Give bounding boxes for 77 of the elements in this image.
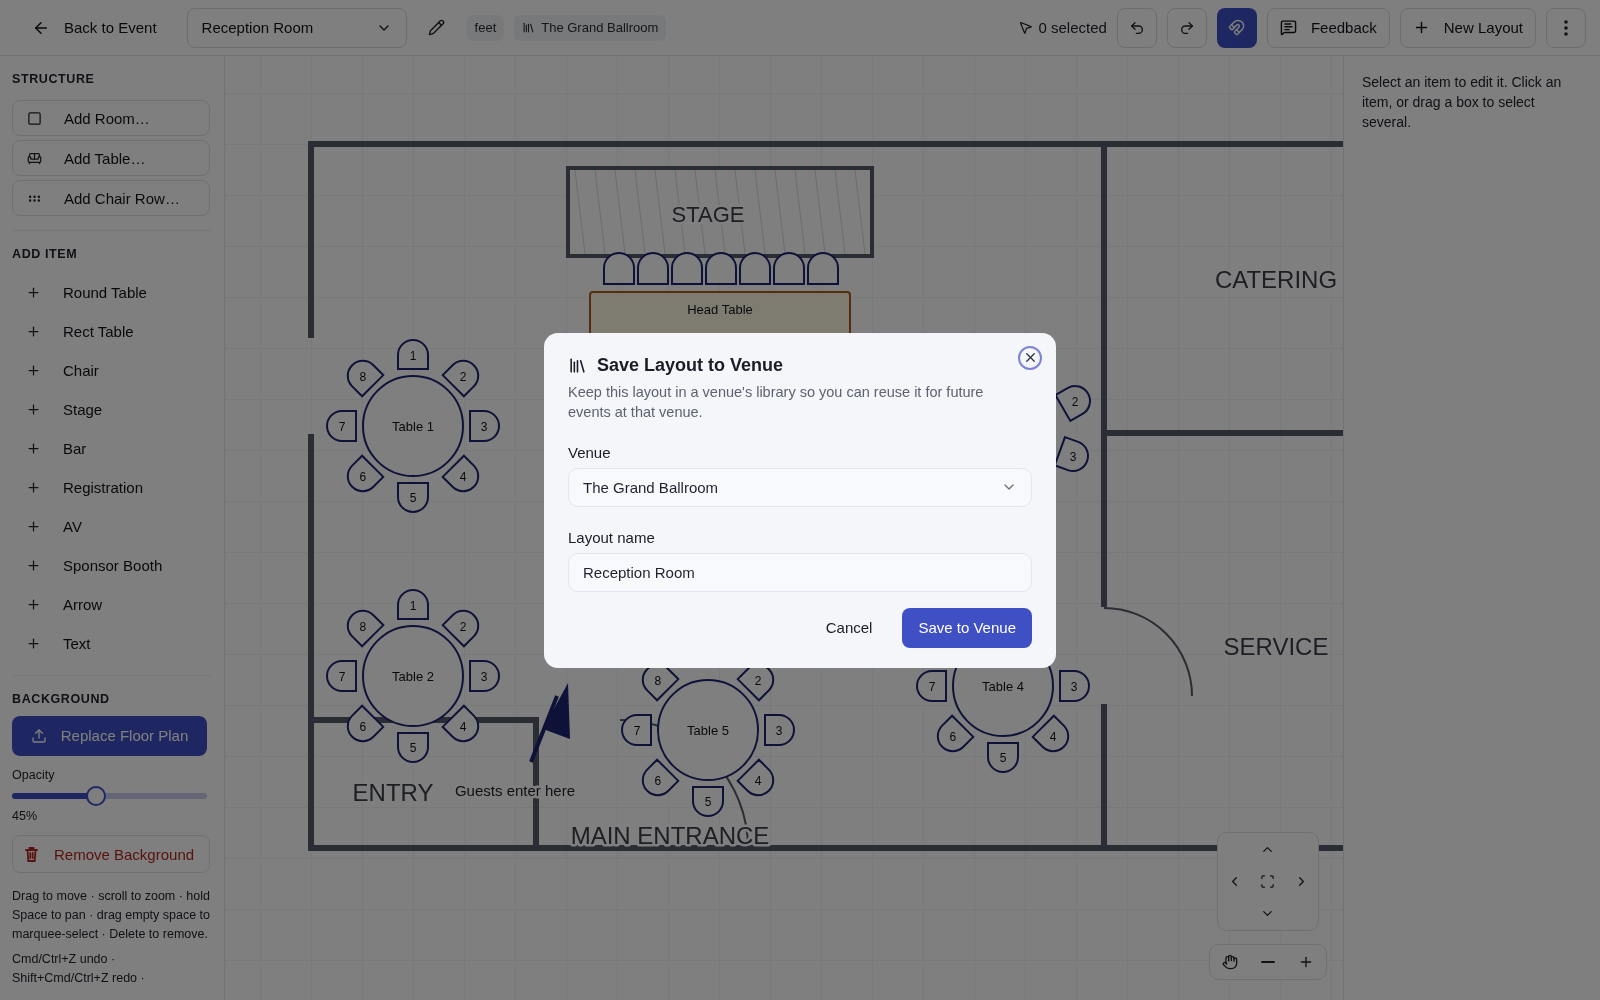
table-label: Table 1	[392, 419, 434, 434]
seat-number: 6	[359, 470, 367, 485]
seat-number: 4	[459, 470, 467, 485]
add-item-button[interactable]: Bar	[12, 430, 210, 466]
seat-number: 5	[999, 751, 1007, 765]
unit-chip: feet	[466, 14, 505, 41]
room-label: ENTRY	[352, 779, 434, 806]
seat-number: 6	[654, 774, 662, 789]
dialog-description: Keep this layout in a venue's library so you can reuse it for future events at that venue.	[568, 382, 985, 422]
add-item-button[interactable]: Sponsor Booth	[12, 547, 210, 583]
help-text: Drag to move · scroll to zoom · hold Space to pan · drag empty space to marquee-select · Delete to remove.	[12, 888, 212, 943]
add-item-button[interactable]: Chair	[12, 352, 210, 388]
structure-button[interactable]: Add Table…	[12, 140, 210, 176]
table-label: Table 4	[982, 679, 1024, 694]
seat-number: 2	[1071, 395, 1079, 409]
seat-number: 6	[359, 720, 367, 735]
section-title: BACKGROUND	[12, 692, 110, 706]
seat-number: 1	[409, 349, 417, 363]
structure-button[interactable]: Add Chair Row…	[12, 180, 210, 216]
feedback-button[interactable]: Feedback	[1266, 7, 1390, 48]
field-label: Venue	[568, 443, 611, 461]
seat-number: 4	[459, 720, 467, 735]
seat-number: 4	[1049, 730, 1057, 745]
table-label: Table 5	[687, 723, 729, 738]
opacity-reading: 45%	[12, 809, 38, 824]
table-label: Table 2	[392, 669, 434, 684]
seat-number: 7	[338, 670, 346, 684]
seat-number: 7	[633, 724, 641, 738]
seat-number: 2	[459, 619, 467, 634]
seat-number: 2	[459, 369, 467, 384]
seat-number: 8	[654, 673, 662, 688]
remove-background-button[interactable]: Remove Background	[12, 835, 210, 873]
dialog-title: Save Layout to Venue	[597, 354, 784, 376]
seat-number: 3	[480, 420, 488, 434]
table-label: Head Table	[687, 302, 753, 317]
save-button[interactable]: Save to Venue	[902, 607, 1032, 648]
seat-number: 5	[409, 491, 417, 505]
seat-number: 6	[949, 730, 957, 745]
stage-label: STAGE	[671, 202, 745, 227]
seat-number: 7	[338, 420, 346, 434]
room-label: SERVICE	[1223, 633, 1329, 660]
seat-number: 3	[1070, 680, 1078, 694]
inspector-hint: Select an item to edit it. Click an item, or drag a box to select several.	[1362, 73, 1563, 132]
seat-number: 5	[704, 795, 712, 809]
add-item-button[interactable]: Round Table	[12, 274, 210, 310]
structure-button[interactable]: Add Room…	[12, 100, 210, 136]
seat-number: 7	[928, 680, 936, 694]
add-item-button[interactable]: Stage	[12, 391, 210, 427]
seat-number: 3	[480, 670, 488, 684]
new-layout-button[interactable]: New Layout	[1399, 7, 1536, 48]
help-text: Cmd/Ctrl+Z undo · Shift+Cmd/Ctrl+Z redo ·	[12, 951, 146, 987]
seat-number: 3	[1069, 450, 1077, 464]
seat-number: 3	[775, 724, 783, 738]
room-label: CATERING	[1214, 266, 1338, 293]
add-item-button[interactable]: Text	[12, 625, 210, 661]
selection-count: 0 selected	[1017, 19, 1107, 36]
add-item-button[interactable]: Arrow	[12, 586, 210, 622]
seat-number: 8	[359, 619, 367, 634]
field-label: Layout name	[568, 528, 655, 546]
seat-number: 5	[409, 741, 417, 755]
seat-number: 1	[409, 599, 417, 613]
opacity-label: Opacity	[12, 767, 55, 782]
seat-number: 4	[754, 774, 762, 789]
add-item-button[interactable]: Registration	[12, 469, 210, 505]
cancel-button[interactable]: Cancel	[811, 607, 887, 648]
seat-number: 2	[754, 673, 762, 688]
section-title: ADD ITEM	[12, 247, 78, 261]
venue-chip: The Grand Ballroom	[514, 14, 667, 41]
replace-floor-plan-button[interactable]: Replace Floor Plan	[12, 716, 207, 756]
add-item-button[interactable]: Rect Table	[12, 313, 210, 349]
seat-number: 8	[359, 369, 367, 384]
section-title: STRUCTURE	[12, 72, 95, 86]
layout-name-field[interactable]: Reception Room	[568, 552, 1032, 592]
layout-select[interactable]: Reception Room	[186, 7, 407, 48]
add-item-button[interactable]: AV	[12, 508, 210, 544]
back-button[interactable]: Back to Event	[20, 7, 169, 48]
venue-select[interactable]: The Grand Ballroom	[568, 467, 1032, 507]
